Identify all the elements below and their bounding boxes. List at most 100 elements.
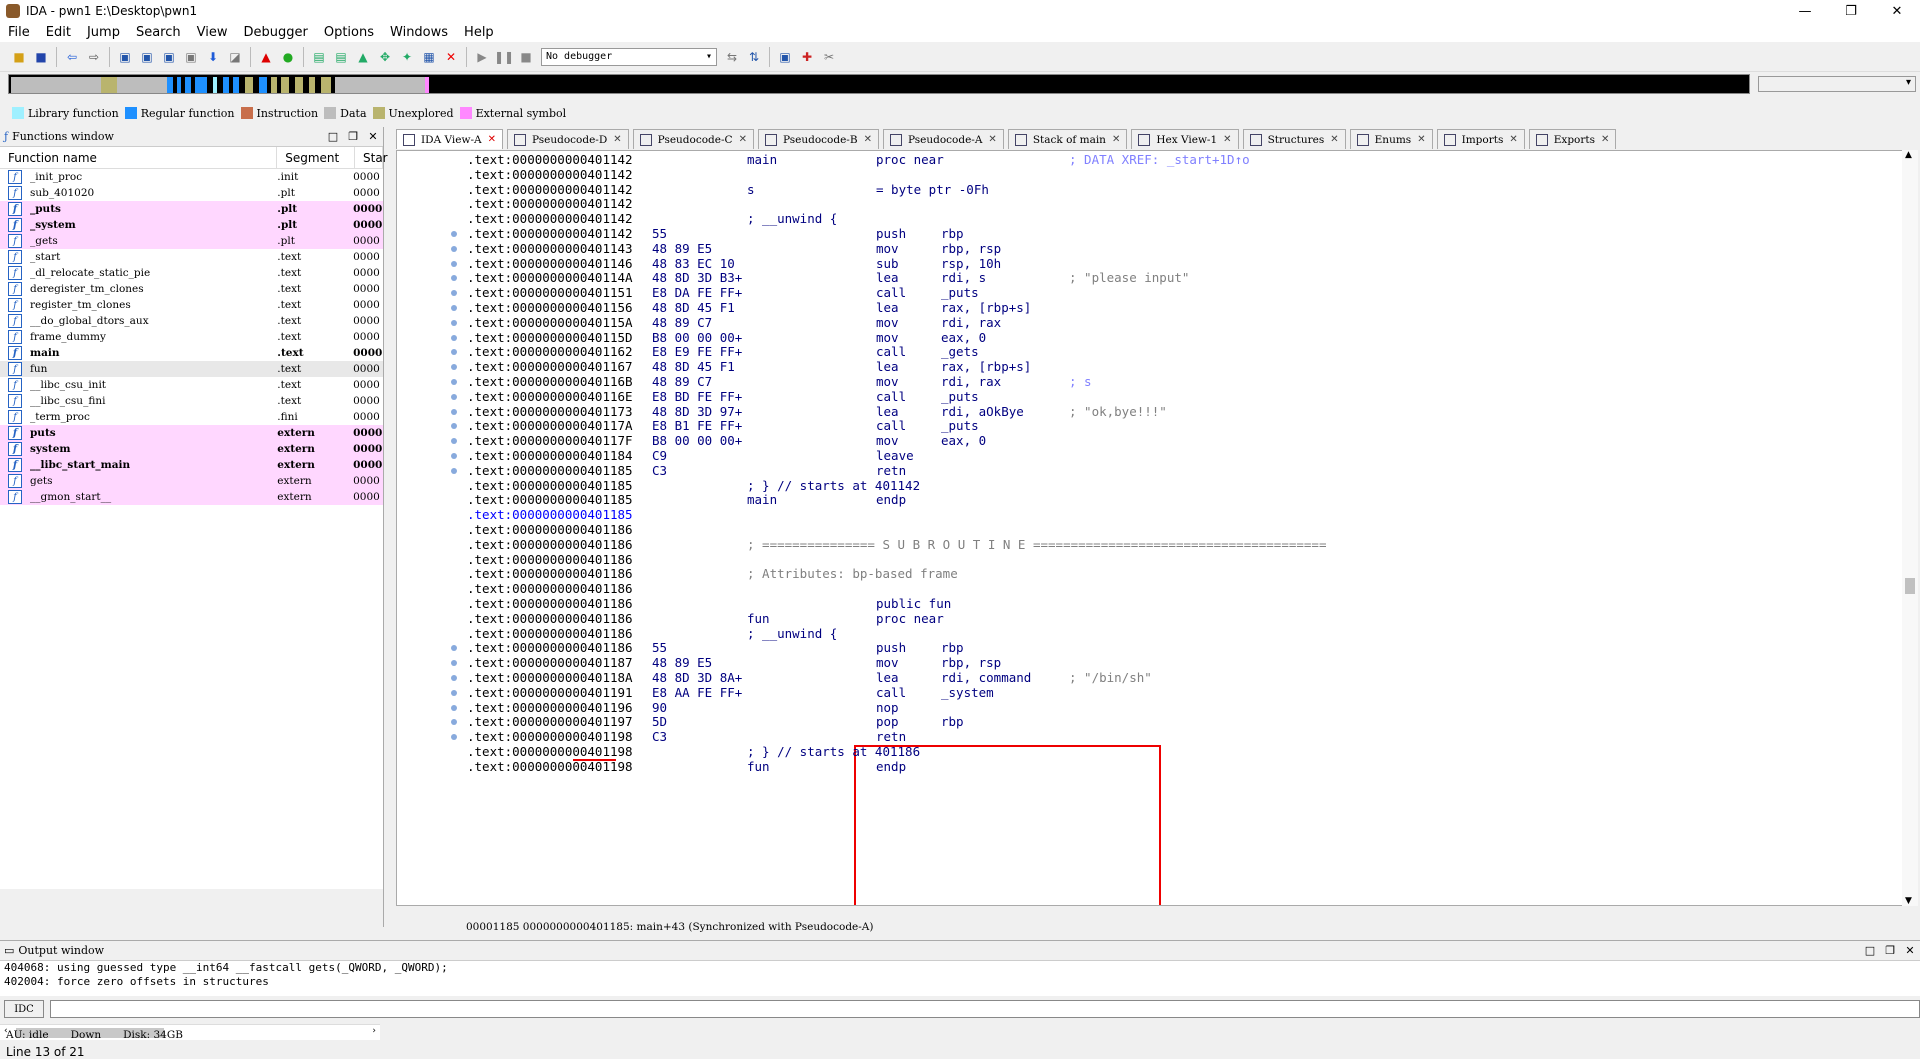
tab-stack-of-main[interactable]: Stack of main ✕	[1007, 129, 1128, 149]
menu-edit[interactable]: Edit	[38, 25, 79, 40]
menu-file[interactable]: File	[0, 25, 38, 40]
debugger-options-icon[interactable]: ⇅	[744, 47, 764, 67]
command-input[interactable]	[50, 1000, 1920, 1018]
back-arrow-icon[interactable]: ⇦	[62, 47, 82, 67]
maximize-button[interactable]: ❐	[1828, 0, 1874, 22]
function-row[interactable]: f fun .text 0000	[0, 361, 383, 377]
menu-options[interactable]: Options	[316, 25, 382, 40]
save-icon[interactable]: ■	[31, 47, 51, 67]
pane-restore-icon[interactable]: □	[323, 130, 343, 143]
function-row[interactable]: f _system .plt 0000	[0, 217, 383, 233]
function-row[interactable]: f _init_proc .init 0000	[0, 169, 383, 185]
menu-debugger[interactable]: Debugger	[235, 25, 315, 40]
tab-close-icon[interactable]: ✕	[1509, 134, 1517, 145]
function-row[interactable]: f sub_401020 .plt 0000	[0, 185, 383, 201]
pane-float-icon[interactable]: ❐	[1880, 944, 1900, 957]
tab-close-icon[interactable]: ✕	[488, 134, 496, 145]
disasm-line[interactable]: .text:0000000000401198 fun endp	[397, 758, 1897, 776]
immediate-search-icon[interactable]: ▣	[159, 47, 179, 67]
function-icon[interactable]: ▲	[353, 47, 373, 67]
add-breakpoint-icon[interactable]: ✚	[797, 47, 817, 67]
text-search-icon[interactable]: ▣	[137, 47, 157, 67]
function-row[interactable]: f system extern 0000	[0, 441, 383, 457]
code-icon[interactable]: ▤	[309, 47, 329, 67]
breakpoints-icon[interactable]: ▣	[775, 47, 795, 67]
xref-icon[interactable]: ✥	[375, 47, 395, 67]
open-folder-icon[interactable]: ■	[9, 47, 29, 67]
graph-icon[interactable]: ✦	[397, 47, 417, 67]
menu-windows[interactable]: Windows	[382, 25, 456, 40]
col-segment[interactable]: Segment	[277, 147, 355, 168]
tab-close-icon[interactable]: ✕	[1223, 134, 1231, 145]
function-row[interactable]: f __libc_csu_fini .text 0000	[0, 393, 383, 409]
tab-close-icon[interactable]: ✕	[1417, 134, 1425, 145]
tab-hex-view-1[interactable]: Hex View-1 ✕	[1131, 129, 1239, 149]
function-row[interactable]: f __do_global_dtors_aux .text 0000	[0, 313, 383, 329]
navigation-band[interactable]	[8, 74, 1750, 94]
tab-ida-view-a[interactable]: IDA View-A ✕	[396, 129, 503, 149]
idc-button[interactable]: IDC	[4, 1000, 44, 1018]
disasm-vscrollbar[interactable]: ▲ ▼	[1902, 150, 1918, 906]
menu-help[interactable]: Help	[456, 25, 502, 40]
function-row[interactable]: f _puts .plt 0000	[0, 201, 383, 217]
search-next-icon[interactable]: ▣	[181, 47, 201, 67]
function-row[interactable]: f frame_dummy .text 0000	[0, 329, 383, 345]
function-row[interactable]: f __libc_start_main extern 0000	[0, 457, 383, 473]
vscroll-thumb[interactable]	[1905, 578, 1915, 594]
scroll-down-icon[interactable]: ▼	[1905, 896, 1912, 906]
function-row[interactable]: f _term_proc .fini 0000	[0, 409, 383, 425]
col-start[interactable]: Star	[355, 147, 388, 168]
menu-view[interactable]: View	[189, 25, 236, 40]
tab-enums[interactable]: Enums ✕	[1349, 129, 1433, 149]
close-button[interactable]: ✕	[1874, 0, 1920, 22]
function-row[interactable]: f _start .text 0000	[0, 249, 383, 265]
minimize-button[interactable]: —	[1782, 0, 1828, 22]
col-function-name[interactable]: Function name	[0, 147, 278, 168]
tab-close-icon[interactable]: ✕	[1330, 134, 1338, 145]
delete-x-icon[interactable]: ✕	[441, 47, 461, 67]
tab-close-icon[interactable]: ✕	[1112, 134, 1120, 145]
tab-close-icon[interactable]: ✕	[613, 134, 621, 145]
play-icon[interactable]: ▶	[472, 47, 492, 67]
green-circle-icon[interactable]: ●	[278, 47, 298, 67]
tab-pseudocode-b[interactable]: Pseudocode-B ✕	[757, 129, 879, 149]
scroll-up-icon[interactable]: ▲	[1905, 150, 1912, 160]
tab-close-icon[interactable]: ✕	[739, 134, 747, 145]
pane-close-icon[interactable]: ✕	[1900, 944, 1920, 957]
struct-icon[interactable]: ▦	[419, 47, 439, 67]
navband-dropdown[interactable]: ▾	[1758, 76, 1916, 92]
pane-close-icon[interactable]: ✕	[363, 130, 383, 143]
function-row[interactable]: f deregister_tm_clones .text 0000	[0, 281, 383, 297]
tab-close-icon[interactable]: ✕	[988, 134, 996, 145]
pane-restore-icon[interactable]: □	[1860, 944, 1880, 957]
debugger-select[interactable]: No debugger ▾	[541, 47, 717, 66]
binary-search-icon[interactable]: ▣	[115, 47, 135, 67]
function-row[interactable]: f main .text 0000	[0, 345, 383, 361]
tab-close-icon[interactable]: ✕	[864, 134, 872, 145]
tab-imports[interactable]: Imports ✕	[1436, 129, 1525, 149]
function-row[interactable]: f __libc_csu_init .text 0000	[0, 377, 383, 393]
ida-view-a-disassembly[interactable]: .text:0000000000401142 main proc near; DAT…	[396, 150, 1904, 906]
tab-close-icon[interactable]: ✕	[1601, 134, 1609, 145]
pause-icon[interactable]: ❚❚	[494, 47, 514, 67]
tab-structures[interactable]: Structures ✕	[1242, 129, 1346, 149]
function-row[interactable]: f puts extern 0000	[0, 425, 383, 441]
mark-icon[interactable]: ◪	[225, 47, 245, 67]
down-arrow-icon[interactable]: ⬇	[203, 47, 223, 67]
tab-pseudocode-a[interactable]: Pseudocode-A ✕	[882, 129, 1004, 149]
tools-icon[interactable]: ✂	[819, 47, 839, 67]
stop-icon[interactable]: ■	[516, 47, 536, 67]
warning-triangle-icon[interactable]: ▲	[256, 47, 276, 67]
tab-pseudocode-c[interactable]: Pseudocode-C ✕	[632, 129, 754, 149]
menu-search[interactable]: Search	[128, 25, 189, 40]
function-row[interactable]: f __gmon_start__ extern 0000	[0, 489, 383, 505]
forward-arrow-icon[interactable]: ⇨	[84, 47, 104, 67]
pane-float-icon[interactable]: ❐	[343, 130, 363, 143]
function-row[interactable]: f register_tm_clones .text 0000	[0, 297, 383, 313]
menu-jump[interactable]: Jump	[79, 25, 128, 40]
function-row[interactable]: f gets extern 0000	[0, 473, 383, 489]
data-icon[interactable]: ▤	[331, 47, 351, 67]
tab-exports[interactable]: Exports ✕	[1528, 129, 1617, 149]
tab-pseudocode-d[interactable]: Pseudocode-D ✕	[506, 129, 629, 149]
function-row[interactable]: f _dl_relocate_static_pie .text 0000	[0, 265, 383, 281]
